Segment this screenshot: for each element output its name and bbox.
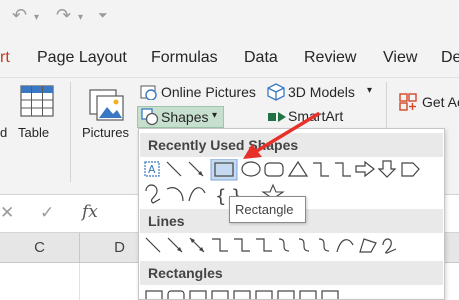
annotation-arrow — [243, 112, 320, 159]
